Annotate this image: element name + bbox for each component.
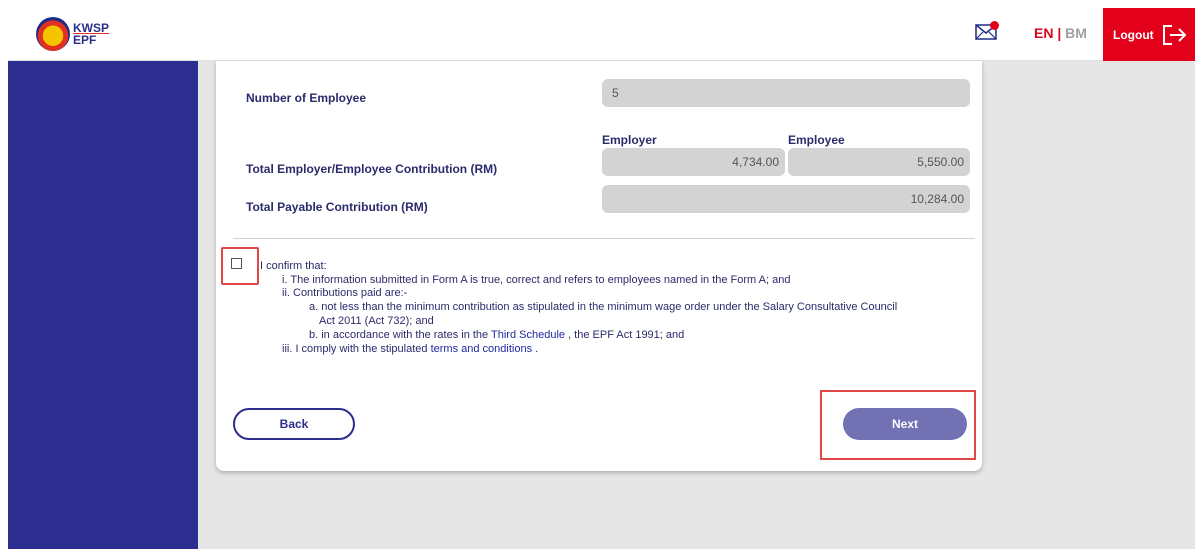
- number-of-employee-field: 5: [602, 79, 970, 107]
- confirm-item-b-suffix: , the EPF Act 1991; and: [565, 329, 685, 341]
- number-of-employee-label: Number of Employee: [246, 91, 367, 105]
- confirm-item-b-prefix: b. in accordance with the rates in the: [309, 329, 492, 341]
- mail-icon[interactable]: [975, 21, 999, 43]
- lang-separator: |: [1057, 25, 1062, 41]
- confirm-item-a-line2: Act 2011 (Act 732); and: [319, 315, 434, 327]
- logout-label: Logout: [1113, 27, 1154, 42]
- employee-column-header: Employee: [788, 133, 845, 147]
- confirm-item-iii: iii. I comply with the stipulated terms …: [282, 343, 538, 355]
- language-switcher: EN | BM: [1034, 25, 1087, 41]
- logo-line-2: EPF: [73, 33, 97, 47]
- app-viewport: KWSP EPF EN | BM Logout Number of Employ…: [8, 8, 1195, 549]
- logout-icon: [1162, 24, 1187, 45]
- sidebar: [8, 61, 198, 549]
- contribution-card: Number of Employee 5 Employer Employee T…: [216, 61, 982, 471]
- kwsp-logo[interactable]: KWSP EPF: [36, 17, 109, 51]
- lang-bm[interactable]: BM: [1065, 25, 1087, 41]
- employer-contribution-field: 4,734.00: [602, 148, 785, 176]
- logo-text: KWSP EPF: [73, 22, 109, 46]
- total-payable-field: 10,284.00: [602, 185, 970, 213]
- confirm-item-a-line1: a. not less than the minimum contributio…: [309, 301, 898, 313]
- confirm-item-b: b. in accordance with the rates in the T…: [309, 329, 684, 341]
- next-button[interactable]: Next: [843, 408, 967, 440]
- confirm-item-i: i. The information submitted in Form A i…: [282, 274, 791, 286]
- employee-contribution-field: 5,550.00: [788, 148, 970, 176]
- total-contribution-label: Total Employer/Employee Contribution (RM…: [246, 162, 498, 176]
- confirm-heading: I confirm that:: [260, 260, 327, 272]
- confirm-item-ii: ii. Contributions paid are:-: [282, 287, 408, 299]
- confirm-item-iii-prefix: iii. I comply with the stipulated: [282, 343, 431, 355]
- notification-dot: [990, 21, 999, 30]
- terms-and-conditions-link[interactable]: terms and conditions: [431, 343, 533, 355]
- back-button[interactable]: Back: [233, 408, 355, 440]
- confirm-checkbox[interactable]: [231, 258, 242, 269]
- divider: [233, 238, 975, 239]
- logout-button[interactable]: Logout: [1103, 8, 1195, 61]
- total-payable-label: Total Payable Contribution (RM): [246, 200, 428, 214]
- lang-en[interactable]: EN: [1034, 25, 1053, 41]
- third-schedule-link[interactable]: Third Schedule: [491, 329, 565, 341]
- confirm-item-iii-suffix: .: [532, 343, 539, 355]
- top-header: KWSP EPF EN | BM Logout: [8, 8, 1195, 61]
- employer-column-header: Employer: [602, 133, 657, 147]
- kwsp-emblem-icon: [36, 17, 70, 51]
